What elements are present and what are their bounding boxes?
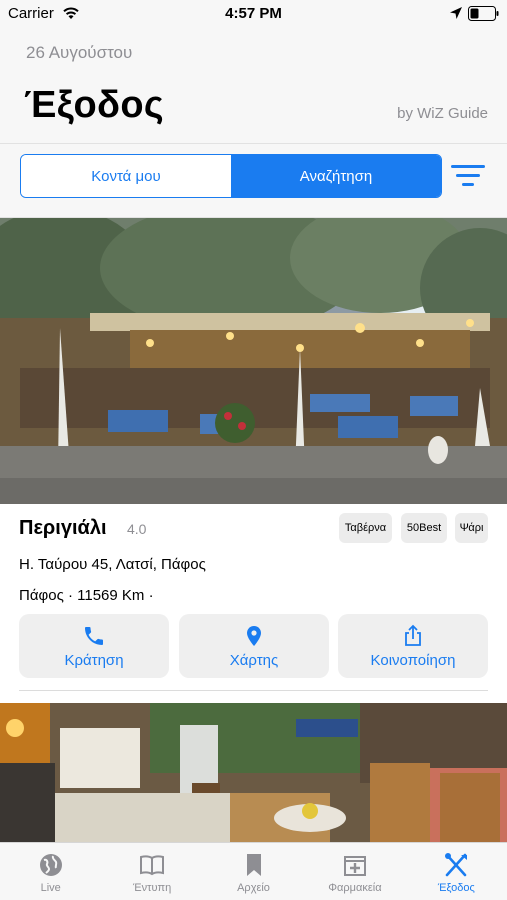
segment-nearby[interactable]: Κοντά μου	[21, 155, 231, 197]
restaurant-photo[interactable]	[0, 703, 507, 843]
tab-label: Live	[40, 882, 61, 894]
header-byline: by WiZ Guide	[397, 105, 488, 122]
header-date: 26 Αυγούστου	[26, 43, 133, 62]
map-label: Χάρτης	[229, 652, 279, 669]
segment-row: Κοντά μου Αναζήτηση	[0, 144, 507, 218]
tab-pharmacies[interactable]: Φαρμακεία	[304, 843, 405, 900]
share-button[interactable]: Κοινοποίηση	[338, 614, 488, 678]
tag-badge: Ψάρι	[455, 513, 488, 543]
segmented-control: Κοντά μου Αναζήτηση	[20, 154, 442, 198]
restaurant-rating: 4.0	[127, 521, 147, 537]
globe-icon	[39, 854, 62, 876]
status-bar: Carrier 4:57 PM	[0, 0, 507, 28]
tab-going-out[interactable]: Έξοδος	[406, 843, 507, 900]
segment-search[interactable]: Αναζήτηση	[231, 155, 441, 197]
map-button[interactable]: Χάρτης	[179, 614, 329, 678]
restaurant-name[interactable]: Περιγιάλι	[19, 517, 107, 540]
tag-badge: 50Best	[401, 513, 447, 543]
pharmacy-icon	[343, 856, 366, 876]
restaurant-photo[interactable]	[0, 218, 507, 504]
location-arrow-icon	[450, 7, 462, 19]
tab-print[interactable]: Έντυπη	[101, 843, 202, 900]
phone-icon	[85, 627, 103, 645]
tab-bar: Live Έντυπη Αρχείο Φαρμακεία Έξοδος	[0, 842, 507, 900]
page-header: 26 Αυγούστου Έξοδος by WiZ Guide	[0, 28, 507, 144]
page-title: Έξοδος	[24, 84, 164, 126]
tab-label: Έντυπη	[133, 882, 172, 894]
tag-badge: Ταβέρνα	[339, 513, 392, 543]
book-icon	[140, 855, 165, 876]
tab-label: Αρχείο	[237, 882, 270, 894]
map-pin-icon	[247, 626, 261, 646]
share-label: Κοινοποίηση	[370, 652, 456, 669]
bookmark-icon	[246, 854, 261, 876]
reserve-button[interactable]: Κράτηση	[19, 614, 169, 678]
divider	[19, 690, 488, 691]
tab-label: Έξοδος	[437, 882, 475, 894]
restaurant-distance: Πάφος · 11569 Km ·	[19, 587, 154, 604]
fork-knife-icon	[445, 853, 468, 877]
battery-icon	[468, 6, 499, 21]
share-icon	[405, 624, 421, 646]
clock: 4:57 PM	[225, 5, 282, 22]
reserve-label: Κράτηση	[64, 652, 124, 669]
tab-live[interactable]: Live	[0, 843, 101, 900]
restaurant-address: Η. Ταύρου 45, Λατσί, Πάφος	[19, 556, 206, 573]
tab-label: Φαρμακεία	[328, 882, 382, 894]
tab-archive[interactable]: Αρχείο	[203, 843, 304, 900]
filter-icon[interactable]	[450, 164, 486, 188]
